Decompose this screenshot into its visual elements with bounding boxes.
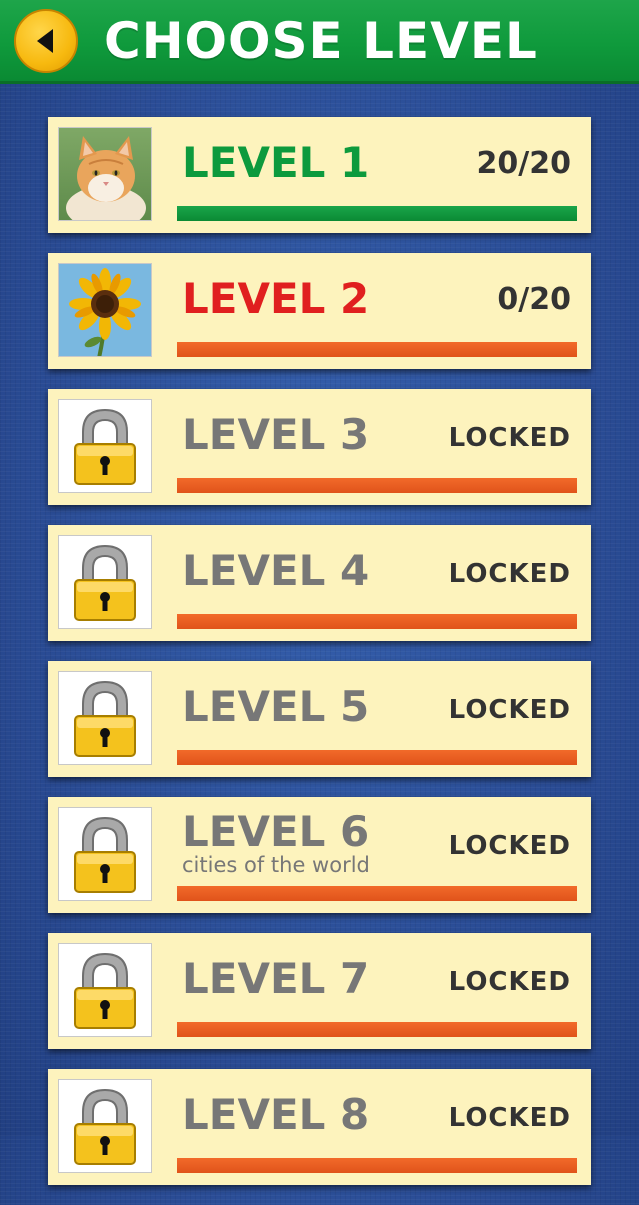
level-4-card[interactable]: LEVEL 4 LOCKED [48, 525, 591, 641]
sunflower-photo-icon [59, 264, 151, 356]
level-2-thumbnail [58, 263, 152, 357]
level-7-status: LOCKED [448, 967, 571, 997]
level-4-progress-bar [177, 614, 577, 629]
level-7-title: LEVEL 7 [182, 954, 370, 1003]
level-6-thumbnail [58, 807, 152, 901]
padlock-icon [74, 544, 136, 621]
level-6-title: LEVEL 6 [182, 807, 370, 856]
header-bar: CHOOSE LEVEL [0, 0, 639, 84]
level-2-progress-bar [177, 342, 577, 357]
level-5-card[interactable]: LEVEL 5 LOCKED [48, 661, 591, 777]
level-1-progress-bar [177, 206, 577, 221]
level-2-title: LEVEL 2 [182, 274, 370, 323]
level-4-thumbnail [58, 535, 152, 629]
level-4-title: LEVEL 4 [182, 546, 370, 595]
padlock-icon [74, 680, 136, 757]
level-list: LEVEL 1 20/20 LEVEL 2 0/20 LEVEL 3 LOCKE… [48, 117, 591, 1205]
level-3-card[interactable]: LEVEL 3 LOCKED [48, 389, 591, 505]
level-1-status: 20/20 [476, 146, 571, 181]
level-1-title: LEVEL 1 [182, 138, 370, 187]
level-2-card[interactable]: LEVEL 2 0/20 [48, 253, 591, 369]
level-3-progress-bar [177, 478, 577, 493]
level-7-card[interactable]: LEVEL 7 LOCKED [48, 933, 591, 1049]
level-5-progress-bar [177, 750, 577, 765]
level-1-progress-fill [177, 206, 577, 221]
padlock-icon [74, 408, 136, 485]
level-7-progress-bar [177, 1022, 577, 1037]
level-5-status: LOCKED [448, 695, 571, 725]
level-2-status: 0/20 [497, 282, 571, 317]
level-7-thumbnail [58, 943, 152, 1037]
cat-photo-icon [59, 128, 151, 220]
back-arrow-icon [37, 29, 53, 53]
level-8-thumbnail [58, 1079, 152, 1173]
padlock-icon [74, 816, 136, 893]
level-6-subtitle: cities of the world [182, 853, 370, 877]
padlock-icon [74, 952, 136, 1029]
level-8-progress-bar [177, 1158, 577, 1173]
level-3-title: LEVEL 3 [182, 410, 370, 459]
level-6-card[interactable]: LEVEL 6 cities of the world LOCKED [48, 797, 591, 913]
back-button[interactable] [14, 9, 78, 73]
level-8-status: LOCKED [448, 1103, 571, 1133]
level-4-status: LOCKED [448, 559, 571, 589]
level-6-progress-bar [177, 886, 577, 901]
page-title: CHOOSE LEVEL [104, 12, 538, 70]
level-1-card[interactable]: LEVEL 1 20/20 [48, 117, 591, 233]
level-3-thumbnail [58, 399, 152, 493]
level-6-status: LOCKED [448, 831, 571, 861]
level-1-thumbnail [58, 127, 152, 221]
level-8-card[interactable]: LEVEL 8 LOCKED [48, 1069, 591, 1185]
level-8-title: LEVEL 8 [182, 1090, 370, 1139]
padlock-icon [74, 1088, 136, 1165]
level-5-title: LEVEL 5 [182, 682, 370, 731]
level-5-thumbnail [58, 671, 152, 765]
level-3-status: LOCKED [448, 423, 571, 453]
